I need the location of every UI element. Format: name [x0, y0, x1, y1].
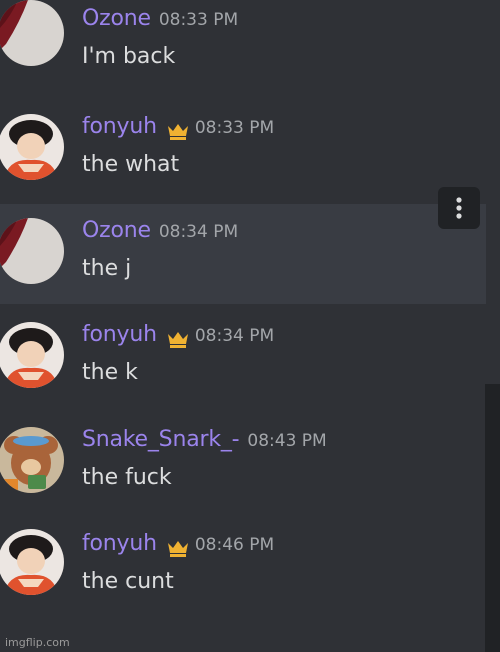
message-item: fonyuh 08:34 PM the k	[0, 308, 486, 408]
message-more-options-button[interactable]	[438, 187, 480, 229]
message-timestamp: 08:34 PM	[158, 222, 239, 242]
avatar-ozone[interactable]	[0, 0, 64, 66]
message-timestamp: 08:33 PM	[158, 10, 239, 30]
message-username[interactable]: fonyuh	[82, 531, 157, 556]
avatar-fonyuh[interactable]	[0, 529, 64, 595]
message-username[interactable]: Ozone	[82, 218, 151, 243]
message-timestamp: 08:34 PM	[194, 326, 275, 346]
message-item: fonyuh 08:46 PM the cunt	[0, 517, 486, 617]
message-text: the k	[82, 360, 138, 385]
message-username[interactable]: Ozone	[82, 6, 151, 31]
vertical-dots-icon	[456, 197, 462, 219]
message-text: the what	[82, 152, 180, 177]
scrollbar-thumb[interactable]	[485, 384, 500, 652]
message-text: I'm back	[82, 44, 176, 69]
avatar-snake-snark[interactable]	[0, 427, 64, 493]
avatar-fonyuh[interactable]	[0, 322, 64, 388]
avatar-fonyuh[interactable]	[0, 114, 64, 180]
message-item: Snake_Snark_- 08:43 PM the fuck	[0, 413, 486, 513]
message-username[interactable]: Snake_Snark_-	[82, 427, 240, 452]
message-text: the j	[82, 256, 132, 281]
message-timestamp: 08:33 PM	[194, 118, 275, 138]
message-timestamp: 08:46 PM	[194, 535, 275, 555]
message-item-hovered: Ozone 08:34 PM the j	[0, 204, 486, 304]
avatar-ozone[interactable]	[0, 218, 64, 284]
message-text: the fuck	[82, 465, 172, 490]
chat-message-list: Ozone 08:33 PM I'm back fonyuh 08:33 PM …	[0, 0, 500, 652]
message-item: Ozone 08:33 PM I'm back	[0, 0, 486, 92]
watermark: imgflip.com	[5, 636, 70, 649]
message-username[interactable]: fonyuh	[82, 114, 157, 139]
message-item: fonyuh 08:33 PM the what	[0, 100, 486, 200]
crown-icon	[167, 123, 189, 140]
crown-icon	[167, 331, 189, 348]
message-username[interactable]: fonyuh	[82, 322, 157, 347]
message-text: the cunt	[82, 569, 174, 594]
crown-icon	[167, 540, 189, 557]
message-timestamp: 08:43 PM	[247, 431, 327, 451]
